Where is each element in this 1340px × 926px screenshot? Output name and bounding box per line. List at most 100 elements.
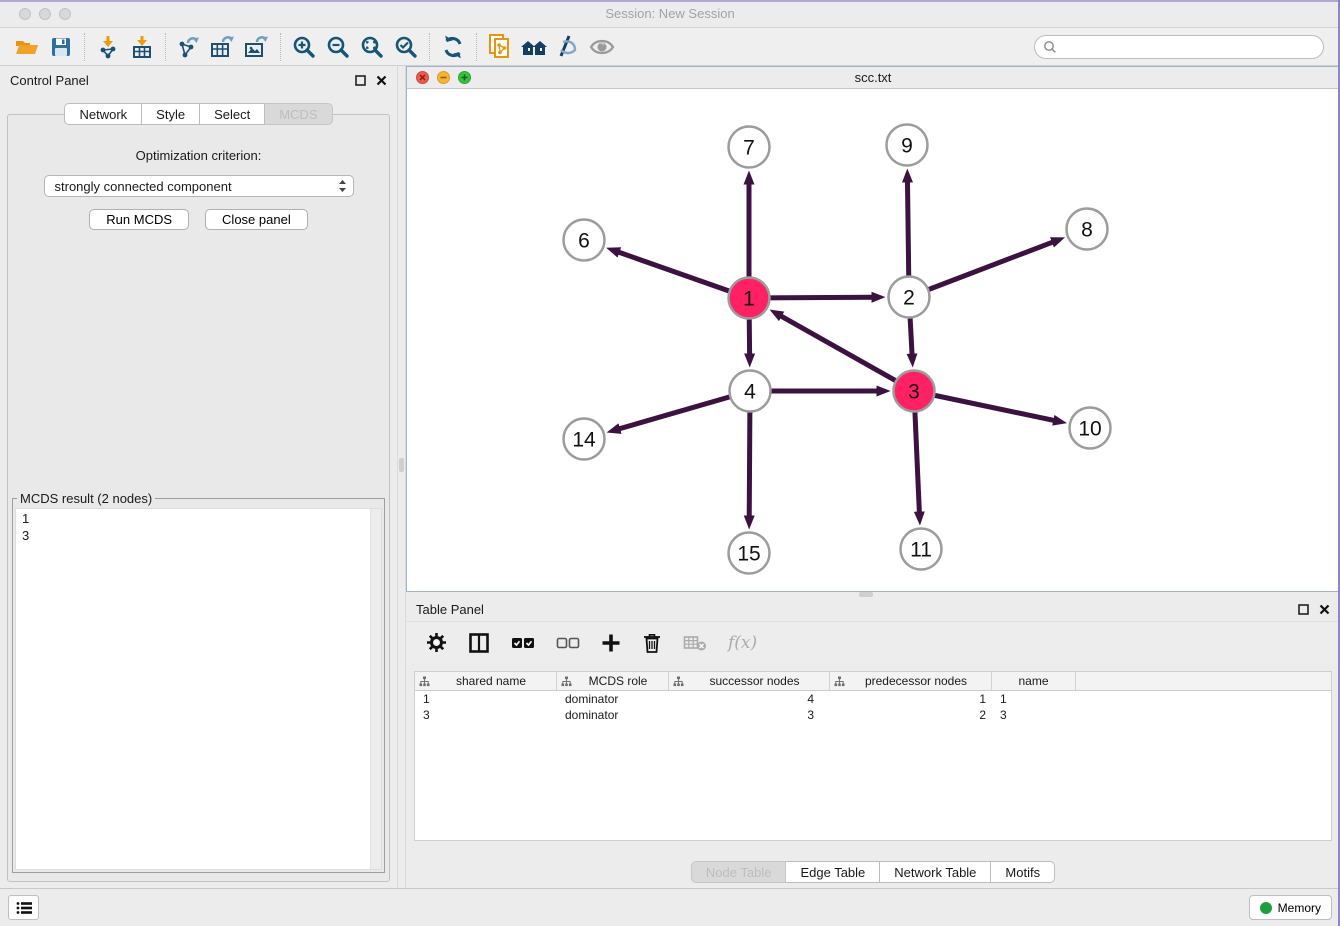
save-session-icon[interactable] [44,31,78,63]
refresh-layout-icon[interactable] [436,31,470,63]
show-columns-icon[interactable] [468,632,490,654]
result-scrollbar[interactable] [370,509,381,869]
delete-row-icon[interactable] [642,632,662,654]
first-neighbors-icon[interactable] [517,31,551,63]
select-stepper-icon [338,179,347,193]
table-row[interactable]: 1dominator411 [415,691,1331,707]
cell: 3 [415,708,557,722]
network-canvas[interactable]: 7 9 6 8 1 2 4 3 14 10 15 11 [407,89,1339,591]
function-builder-icon[interactable]: f(x) [728,633,757,653]
export-table-icon[interactable] [206,31,240,63]
column-header-successor-nodes[interactable]: successor nodes [669,672,830,690]
graph-node-15[interactable]: 15 [729,533,770,574]
delete-table-icon[interactable] [683,634,707,652]
select-all-icon[interactable] [511,636,535,650]
cell: 1 [992,692,1076,706]
graph-node-10[interactable]: 10 [1070,408,1111,449]
table-toolbar: f(x) [406,621,1340,663]
graph-node-label: 6 [578,230,590,253]
tab-node-table[interactable]: Node Table [691,861,787,883]
table-row[interactable]: 3dominator323 [415,707,1331,723]
task-list-icon[interactable] [8,895,39,920]
graphics-details-icon[interactable] [551,31,585,63]
hierarchy-icon [834,676,845,687]
column-header-predecessor-nodes[interactable]: predecessor nodes [830,672,992,690]
mcds-result-area[interactable]: 1 3 [15,508,382,870]
tab-network-table[interactable]: Network Table [880,861,991,883]
toolbar-separator [165,33,166,61]
maximize-network-icon[interactable] [458,71,471,84]
splitter-grip[interactable] [399,458,404,472]
import-network-icon[interactable] [91,31,125,63]
close-network-icon[interactable] [416,71,429,84]
tab-network[interactable]: Network [64,103,142,125]
graph-node-label: 9 [901,135,913,158]
close-panel-button[interactable]: Close panel [205,209,308,230]
column-header-shared-name[interactable]: shared name [415,672,557,690]
graph-node-4[interactable]: 4 [730,371,771,412]
node-table: shared name MCDS rolesuccessor nodes prede… [414,671,1332,841]
minimize-network-icon[interactable] [437,71,450,84]
network-window-titlebar: scc.txt [407,67,1339,89]
search-icon [1043,40,1057,54]
table-panel-tabs: Node TableEdge TableNetwork TableMotifs [406,861,1340,883]
table-panel-header: Table Panel [406,597,1340,621]
zoom-fit-icon[interactable] [355,31,389,63]
hide-eye-icon[interactable] [585,31,619,63]
toolbar-separator [280,33,281,61]
hierarchy-icon [419,676,430,687]
app-title: Session: New Session [0,6,1340,21]
cell: 1 [415,692,557,706]
hierarchy-icon [561,676,572,687]
tab-mcds[interactable]: MCDS [265,103,332,125]
copy-network-icon[interactable] [483,31,517,63]
tab-style[interactable]: Style [142,103,200,125]
settings-gear-icon[interactable] [426,632,447,653]
float-panel-icon[interactable] [1298,604,1309,615]
float-panel-icon[interactable] [355,75,366,86]
graph-node-6[interactable]: 6 [564,220,605,261]
export-image-icon[interactable] [240,31,274,63]
criterion-select[interactable]: strongly connected component [44,175,354,197]
table-body: 1dominator4113dominator323 [415,691,1331,723]
search-input[interactable] [1062,40,1315,54]
zoom-selected-icon[interactable] [389,31,423,63]
vertical-splitter[interactable] [397,66,406,888]
tab-edge-table[interactable]: Edge Table [786,861,880,883]
graph-edge-2-8[interactable] [909,242,1054,297]
zoom-out-icon[interactable] [321,31,355,63]
column-label: shared name [430,674,552,688]
search-box[interactable] [1034,35,1324,59]
graph-node-11[interactable]: 11 [901,529,942,570]
tab-select[interactable]: Select [200,103,265,125]
graph-node-9[interactable]: 9 [887,125,928,166]
run-mcds-button[interactable]: Run MCDS [89,209,189,230]
tab-motifs[interactable]: Motifs [991,861,1055,883]
deselect-all-icon[interactable] [556,636,580,650]
hierarchy-icon [673,676,684,687]
add-row-icon[interactable] [601,633,621,653]
graph-node-8[interactable]: 8 [1067,209,1108,250]
main-area: Control Panel Optimization criterion: st… [0,66,1340,888]
import-table-icon[interactable] [125,31,159,63]
column-header-mcds-role[interactable]: MCDS role [557,672,669,690]
column-header-name[interactable]: name [992,672,1076,690]
graph-node-3[interactable]: 3 [894,371,935,412]
close-panel-icon[interactable] [376,75,387,86]
graph-node-7[interactable]: 7 [729,127,770,168]
status-bar: Memory [0,888,1340,926]
graph-node-1[interactable]: 1 [729,278,770,319]
network-window-title: scc.txt [407,70,1339,85]
column-label: predecessor nodes [845,674,987,688]
graph-node-14[interactable]: 14 [564,419,605,460]
open-file-icon[interactable] [10,31,44,63]
memory-button[interactable]: Memory [1249,895,1332,920]
column-label: name [996,674,1071,688]
graph-edge-3-1[interactable] [780,315,914,391]
zoom-in-icon[interactable] [287,31,321,63]
export-network-icon[interactable] [172,31,206,63]
toolbar-separator [429,33,430,61]
close-panel-icon[interactable] [1319,604,1330,615]
column-header-filler [1076,672,1331,690]
graph-node-2[interactable]: 2 [889,277,930,318]
